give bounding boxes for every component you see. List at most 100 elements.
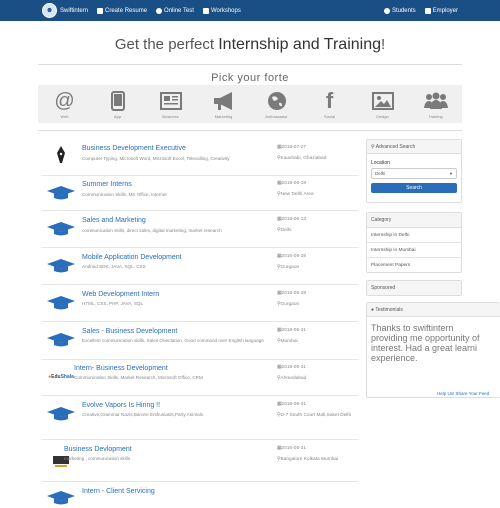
advanced-search-panel: ⚲ Advanced Search Location Delhi ▼ Search xyxy=(366,139,462,203)
job-skills: marketing , communication skills xyxy=(64,456,131,461)
divider xyxy=(38,64,462,65)
job-date: ▦2016-05-31 xyxy=(277,402,307,407)
category-ambassador[interactable]: Ambassador xyxy=(253,89,301,119)
brand-name[interactable]: Swiftintern xyxy=(60,8,88,14)
pen-logo-icon xyxy=(46,145,76,165)
job-listing[interactable]: Business Devlopment marketing , communic… xyxy=(42,440,358,482)
job-listing[interactable]: Sales - Business Development Excellent c… xyxy=(42,322,358,360)
job-date: ▦2016-05-28 xyxy=(277,254,307,259)
job-title-link[interactable]: Evolve Vapors Is Hiring !! xyxy=(82,402,160,409)
nav-online-test-label: Online Test xyxy=(164,7,194,14)
testimonials-heading: Testimonials xyxy=(375,307,403,313)
job-location: ⚲Kaushabi, Ghaziabad xyxy=(277,156,327,161)
category-business[interactable]: Business xyxy=(147,89,195,119)
nav-employer-label: Employer xyxy=(432,7,458,14)
graduation-cap-icon xyxy=(46,183,76,203)
category-web[interactable]: @ Web xyxy=(41,89,89,119)
nav-students[interactable]: Students xyxy=(383,7,416,14)
job-location: ⚲Gurgaon xyxy=(277,265,300,270)
job-date: ▦2016-07-27 xyxy=(277,145,307,150)
nav-students-label: Students xyxy=(391,7,416,14)
chevron-down-icon: ▼ xyxy=(449,171,453,176)
job-listing[interactable]: ● Edu Shala Intern- Business Development C… xyxy=(42,360,358,396)
testimonial-line: interest. Had a great learni xyxy=(371,343,478,353)
job-skills: communication skills, direct sales, digi… xyxy=(82,228,222,233)
sponsored-panel: Sponsored xyxy=(366,280,462,296)
job-title-link[interactable]: Sales - Business Development xyxy=(82,328,177,335)
users-icon xyxy=(383,7,390,14)
job-location: ⚲Ahmedabad xyxy=(277,376,307,381)
job-date: ▦2016-05-28 xyxy=(277,291,307,296)
graduation-cap-icon xyxy=(46,293,76,313)
job-location: ⚲D-7 South Court Mall,Saket Delhi xyxy=(277,413,352,418)
hero-suffix: ! xyxy=(381,36,386,53)
job-title-link[interactable]: Intern - Client Servicing xyxy=(82,488,155,495)
nav-workshops[interactable]: Workshops xyxy=(202,7,241,14)
category-link[interactable]: Internship in Mumbai xyxy=(367,243,461,258)
category-label: Marketing xyxy=(214,114,233,119)
job-location: ⚲Delhi xyxy=(277,228,292,233)
job-skills: Creative,Grammar Nazis,Barone Enthusiast… xyxy=(82,412,204,417)
category-link[interactable]: Internship in Delhi xyxy=(367,228,461,243)
job-title-link[interactable]: Mobile Application Development xyxy=(82,254,182,261)
panel-heading: ⚲ Advanced Search xyxy=(367,140,461,154)
share-feedback-link[interactable]: Help Us! Share Your Feed xyxy=(437,391,489,396)
graduation-cap-icon xyxy=(46,330,76,350)
hero-headline: Get the perfect Internship and Training! xyxy=(0,36,500,54)
category-training[interactable]: Training xyxy=(412,89,460,119)
brand-logo-icon[interactable]: ☻ xyxy=(42,3,57,18)
category-label: Web xyxy=(60,114,69,119)
hero-prefix: Get the perfect xyxy=(114,36,219,53)
graduation-cap-icon xyxy=(46,256,76,276)
category-marketing[interactable]: Marketing xyxy=(200,89,248,119)
nav-online-test[interactable]: Online Test xyxy=(156,7,194,14)
facebook-icon: f xyxy=(325,88,334,113)
job-listing[interactable]: Business Development Executive Computer … xyxy=(42,139,358,176)
graduation-cap-icon xyxy=(46,219,76,239)
job-listing[interactable]: Web Development Intern HTML, CSS, PHP, J… xyxy=(42,285,358,322)
job-list: Business Development Executive Computer … xyxy=(42,139,358,505)
testimonial-line: Thanks to swiftintern xyxy=(371,323,454,333)
category-social[interactable]: f Social xyxy=(306,88,354,120)
search-button[interactable]: Search xyxy=(371,183,457,193)
job-listing[interactable]: Intern - Client Servicing xyxy=(42,482,358,505)
at-icon: @ xyxy=(54,90,75,112)
job-listing[interactable]: Summer Interns Communication Skills, MS … xyxy=(42,176,358,211)
job-title-link[interactable]: Web Development Intern xyxy=(82,291,159,298)
graduation-cap-icon xyxy=(46,404,76,424)
nav-create-resume[interactable]: Create Resume xyxy=(97,7,147,14)
job-skills: HTML, CSS, PHP, JAVA, SQL xyxy=(82,301,144,306)
company-logo-dark xyxy=(46,452,76,472)
category-app[interactable]: App xyxy=(94,89,142,119)
book-icon xyxy=(202,7,209,14)
category-label: Design xyxy=(376,114,389,119)
job-skills: Communication Skills, Market Research, M… xyxy=(74,375,203,380)
job-skills: Communication Skills, MS Office, Interne… xyxy=(82,192,167,197)
category-strip: @ Web App Business Marketing Ambassador … xyxy=(38,85,462,123)
job-title-link[interactable]: Business Development Executive xyxy=(82,145,186,152)
category-label: Business xyxy=(162,114,179,119)
category-design[interactable]: Design xyxy=(359,89,407,119)
category-label: App xyxy=(113,114,122,119)
advanced-search-heading: Advanced Search xyxy=(375,144,416,150)
location-select[interactable]: Delhi ▼ xyxy=(371,168,457,179)
testimonials-panel: ● Testimonials Thanks to swiftintern pro… xyxy=(366,302,500,398)
job-listing[interactable]: Mobile Application Development Android S… xyxy=(42,248,358,285)
job-skills: Computer Typing, Microsoft Word, Microso… xyxy=(82,156,230,161)
testimonial-line: experience. xyxy=(371,353,418,363)
job-title-link[interactable]: Summer Interns xyxy=(82,181,132,188)
job-skills: Excellent communication skills, Sales Or… xyxy=(82,338,264,343)
category-link[interactable]: Placement Papers xyxy=(367,258,461,273)
job-listing[interactable]: Evolve Vapors Is Hiring !! Creative,Gram… xyxy=(42,396,358,440)
company-logo: ● Edu Shala xyxy=(48,374,74,380)
job-title-link[interactable]: Sales and Marketing xyxy=(82,217,146,224)
job-date: ▦2016-06-19 xyxy=(277,181,307,186)
picture-icon xyxy=(371,89,394,113)
nav-employer[interactable]: Employer xyxy=(424,7,458,14)
job-title-link[interactable]: Business Devlopment xyxy=(64,446,132,453)
resume-icon xyxy=(97,7,104,14)
job-listing[interactable]: Sales and Marketing communication skills… xyxy=(42,211,358,248)
bullhorn-icon xyxy=(212,89,236,113)
job-date: ▦2016-05-31 xyxy=(277,328,307,333)
job-title-link[interactable]: Intern- Business Development xyxy=(74,365,168,372)
